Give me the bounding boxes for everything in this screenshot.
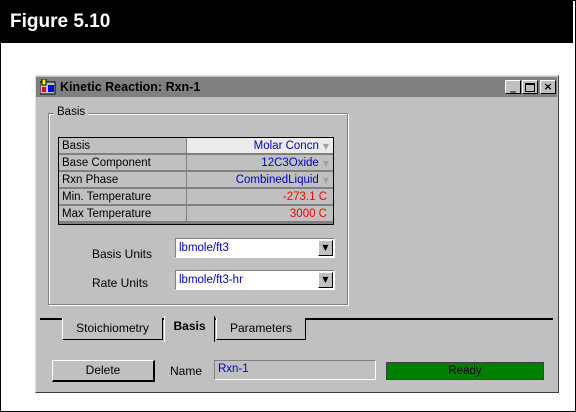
grid-row-basis[interactable]: Basis Molar Concn ▼ <box>59 138 333 155</box>
grid-row-base-component[interactable]: Base Component 12C3Oxide ▼ <box>59 155 333 172</box>
grid-value-dropdown[interactable]: Molar Concn ▼ <box>187 138 333 154</box>
name-label: Name <box>170 364 203 378</box>
status-bar: Ready <box>386 362 544 380</box>
max-temperature-value[interactable]: 3000 C <box>187 206 333 222</box>
window-title: Kinetic Reaction: Rxn-1 <box>60 80 201 94</box>
tab-parameters[interactable]: Parameters <box>216 318 306 340</box>
chevron-down-icon[interactable]: ▼ <box>323 159 329 168</box>
rate-units-select[interactable]: lbmole/ft3-hr ▼ <box>175 270 335 290</box>
grid-value: CombinedLiquid <box>235 174 319 186</box>
grid-value-dropdown[interactable]: 12C3Oxide ▼ <box>187 155 333 171</box>
minimize-button[interactable]: _ <box>505 80 521 94</box>
tab-basis[interactable]: Basis <box>164 316 215 342</box>
delete-button[interactable]: Delete <box>52 360 155 382</box>
grid-row-min-temperature[interactable]: Min. Temperature -273.1 C <box>59 189 333 206</box>
grid-row-rxn-phase[interactable]: Rxn Phase CombinedLiquid ▼ <box>59 172 333 189</box>
basis-units-select[interactable]: lbmole/ft3 ▼ <box>175 238 335 258</box>
tab-stoichiometry[interactable]: Stoichiometry <box>62 318 163 340</box>
chevron-down-icon[interactable]: ▼ <box>323 176 329 185</box>
grid-label: Base Component <box>59 155 186 171</box>
maximize-button[interactable] <box>522 80 538 94</box>
grid-label: Rxn Phase <box>59 172 186 188</box>
figure-title: Figure 5.10 <box>1 1 573 43</box>
name-input[interactable]: Rxn-1 <box>214 360 376 380</box>
maximize-icon <box>525 83 535 92</box>
reaction-app-icon[interactable] <box>39 78 56 95</box>
chevron-down-icon[interactable]: ▼ <box>323 142 329 151</box>
basis-units-value: lbmole/ft3 <box>179 242 229 254</box>
grid-value-dropdown[interactable]: CombinedLiquid ▼ <box>187 172 333 188</box>
min-temperature-value[interactable]: -273.1 C <box>187 189 333 205</box>
grid-label: Basis <box>59 138 186 154</box>
chevron-down-icon[interactable]: ▼ <box>318 272 333 288</box>
basis-units-label: Basis Units <box>92 247 153 261</box>
close-button[interactable]: × <box>540 80 556 94</box>
grid-label: Min. Temperature <box>59 189 186 205</box>
grid-row-max-temperature[interactable]: Max Temperature 3000 C <box>59 206 333 223</box>
grid-value: 12C3Oxide <box>261 157 319 169</box>
basis-group-label: Basis <box>54 104 89 120</box>
rate-units-label: Rate Units <box>92 276 149 290</box>
basis-properties-grid: Basis Molar Concn ▼ Base Component 12C3Ox… <box>58 137 334 225</box>
grid-value: Molar Concn <box>253 140 319 152</box>
rate-units-value: lbmole/ft3-hr <box>179 274 243 286</box>
grid-label: Max Temperature <box>59 206 186 222</box>
chevron-down-icon[interactable]: ▼ <box>318 240 333 256</box>
